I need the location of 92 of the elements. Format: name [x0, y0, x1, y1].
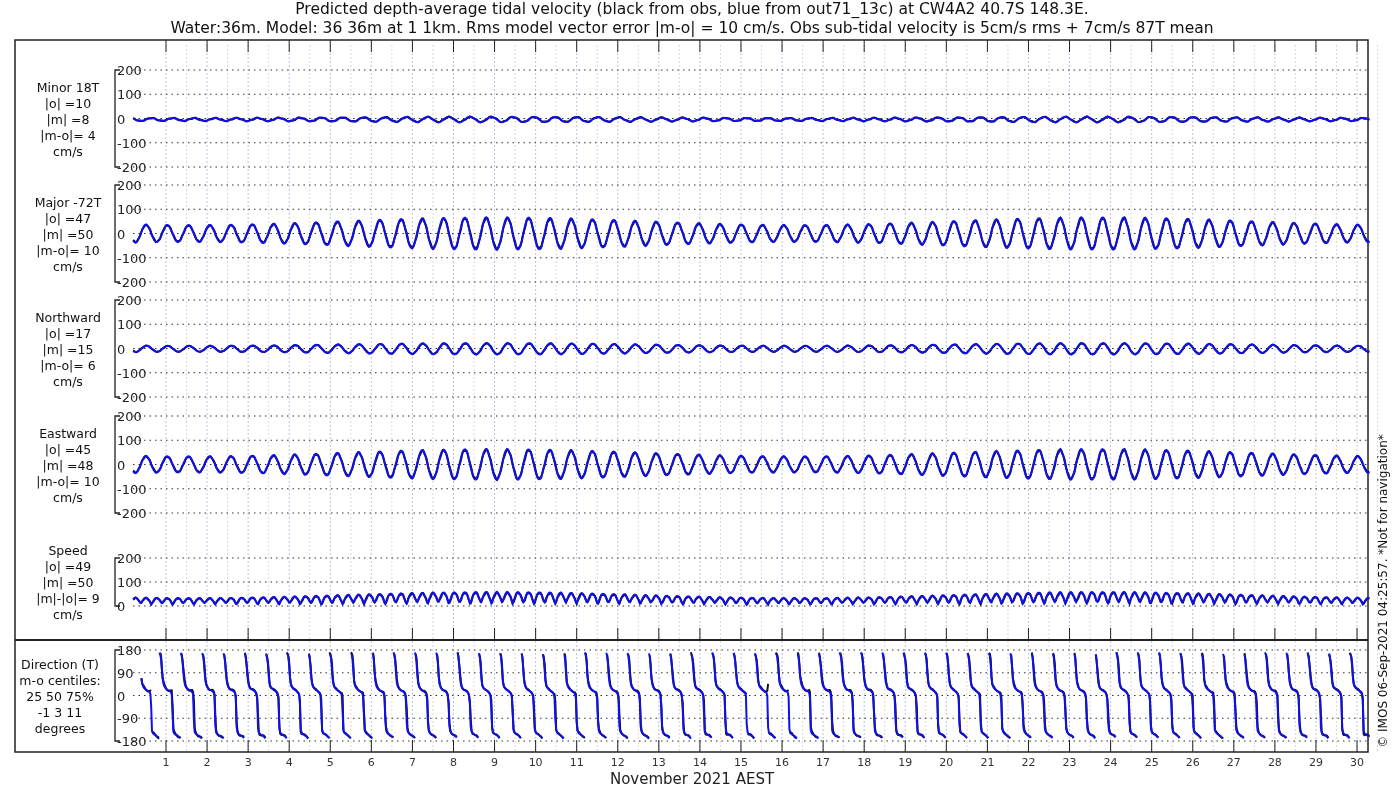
x-tick-label: 3 — [244, 756, 252, 769]
panel-label: degrees — [34, 720, 86, 736]
y-tick-label: -100 — [117, 250, 147, 266]
x-tick-label: 18 — [857, 756, 872, 769]
panel-label: cm/s — [53, 373, 83, 389]
panel-label: -1 3 11 — [37, 704, 83, 720]
x-tick-label: 24 — [1103, 756, 1118, 769]
panel-label: cm/s — [53, 607, 83, 622]
x-tick-label: 26 — [1185, 756, 1200, 769]
panel-label: |o| =45 — [44, 441, 92, 457]
y-tick-label: -90 — [117, 711, 139, 727]
panel-label: cm/s — [53, 143, 83, 159]
y-tick-label: -100 — [117, 481, 147, 497]
panel-label: Major -72T — [34, 194, 102, 210]
credit-text: © IMOS 06-Sep-2021 04:25:57. *Not for navigation* — [1376, 434, 1390, 748]
x-tick-label: 15 — [734, 756, 748, 769]
x-tick-label: 27 — [1226, 756, 1241, 769]
chart-title: Water:36m. Model: 36 36m at 1 1km. Rms model vector error |m-o| = 10 cm/s. Obs sub-tidal velocity is 5cm/s rms + 7cm/s 87T mean — [170, 19, 1214, 37]
panel-label: cm/s — [53, 258, 83, 274]
x-tick-label: 9 — [491, 756, 499, 769]
x-tick-label: 14 — [692, 756, 707, 769]
panel-label: cm/s — [53, 489, 83, 505]
x-tick-label: 28 — [1267, 756, 1282, 769]
x-tick-label: 2 — [203, 756, 211, 769]
panel-label: |o| =49 — [44, 559, 92, 574]
x-tick-label: 13 — [651, 756, 666, 769]
x-tick-label: 4 — [285, 756, 293, 769]
panel-label: |o| =47 — [44, 210, 92, 226]
y-tick-label: 100 — [117, 202, 142, 218]
x-tick-label: 7 — [408, 756, 416, 769]
panel-label: |m-o|= 4 — [40, 127, 96, 143]
x-tick-label: 16 — [775, 756, 790, 769]
y-tick-label: 0 — [117, 341, 126, 357]
y-tick-label: 200 — [117, 178, 142, 193]
panel-label: m-o centiles: — [19, 672, 101, 688]
x-tick-label: 21 — [980, 756, 995, 769]
x-axis-label: November 2021 AEST — [609, 770, 775, 788]
y-tick-label: -100 — [117, 135, 147, 151]
x-tick-label: 30 — [1350, 756, 1365, 769]
y-tick-label: 0 — [117, 599, 126, 614]
panel-label: |m|-|o|= 9 — [36, 591, 100, 606]
x-tick-label: 12 — [610, 756, 625, 769]
y-tick-label: 0 — [117, 688, 126, 704]
x-tick-label: 22 — [1021, 756, 1036, 769]
panel-label: Eastward — [39, 425, 97, 441]
x-tick-label: 23 — [1062, 756, 1077, 769]
x-tick-label: 1 — [162, 756, 170, 769]
y-tick-label: 180 — [117, 643, 142, 658]
x-tick-label: 10 — [528, 756, 543, 769]
y-tick-label: -100 — [117, 365, 147, 381]
x-tick-label: 19 — [898, 756, 913, 769]
y-tick-label: 100 — [117, 575, 142, 590]
panel-label: |m-o|= 10 — [36, 473, 100, 489]
y-tick-label: -180 — [117, 734, 147, 749]
panel-label: |m| =48 — [42, 457, 94, 473]
panel-label: 25 50 75% — [26, 688, 94, 704]
x-tick-label: 17 — [816, 756, 831, 769]
y-tick-label: -200 — [117, 390, 147, 405]
y-tick-label: 200 — [117, 293, 142, 308]
x-tick-label: 20 — [939, 756, 954, 769]
y-tick-label: 0 — [117, 226, 126, 242]
x-tick-label: 8 — [450, 756, 457, 769]
x-tick-label: 25 — [1144, 756, 1159, 769]
panel-label: |m| =50 — [42, 575, 94, 590]
panel-label: |m-o|= 10 — [36, 242, 100, 258]
y-tick-label: 200 — [117, 409, 142, 424]
y-tick-label: 200 — [117, 551, 142, 566]
x-tick-label: 5 — [326, 756, 334, 769]
y-tick-label: -200 — [117, 506, 147, 521]
x-tick-label: 29 — [1308, 756, 1323, 769]
panel-label: Minor 18T — [36, 79, 100, 95]
panel-label: Speed — [48, 543, 88, 558]
panel-label: Northward — [35, 309, 101, 325]
chart-title: Predicted depth-average tidal velocity (black from obs, blue from out71_13c) at CW4A2 40.7S 148.3E. — [295, 0, 1089, 18]
x-tick-label: 11 — [569, 756, 584, 769]
y-tick-label: 90 — [117, 665, 134, 681]
y-tick-label: 100 — [117, 87, 142, 103]
y-tick-label: 200 — [117, 63, 142, 78]
y-tick-label: 100 — [117, 317, 142, 333]
panel-label: |o| =17 — [44, 325, 92, 341]
y-tick-label: 0 — [117, 457, 126, 473]
y-tick-label: -200 — [117, 275, 147, 290]
panel-label: |m| =8 — [46, 111, 90, 127]
panel-label: Direction (T) — [21, 656, 99, 672]
panel-label: |m| =50 — [42, 226, 94, 242]
panel-label: |m| =15 — [42, 341, 94, 357]
y-tick-label: 0 — [117, 111, 126, 127]
y-tick-label: 100 — [117, 433, 142, 449]
x-tick-label: 6 — [367, 756, 375, 769]
panel-label: |m-o|= 6 — [40, 357, 96, 373]
y-tick-label: -200 — [117, 160, 147, 175]
panel-label: |o| =10 — [44, 95, 92, 111]
